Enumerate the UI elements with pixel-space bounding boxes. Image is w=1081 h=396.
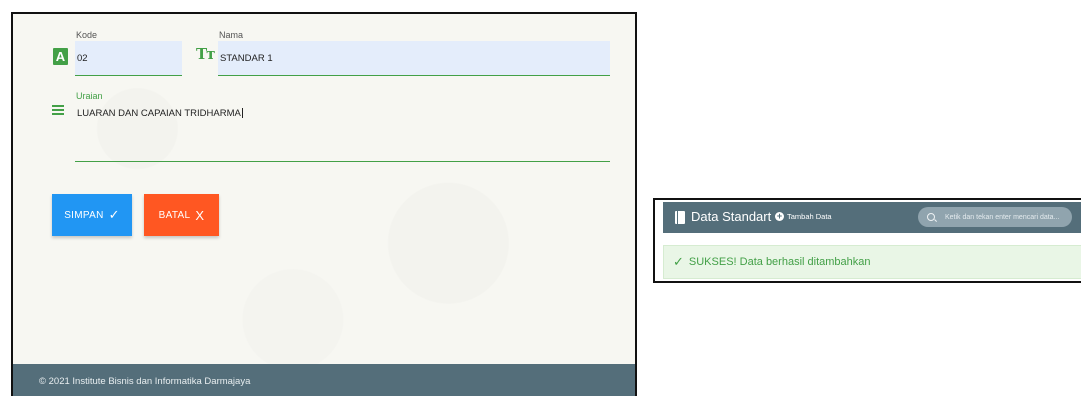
kode-label: Kode [76,30,98,40]
tambah-data-button[interactable]: + Tambah Data [775,212,832,221]
uraian-textarea[interactable]: LUARAN DAN CAPAIAN TRIDHARMA [75,106,610,162]
form-panel: A Kode 02 Tт Nama STANDAR 1 Uraian LUARA… [11,12,637,396]
check-icon: ✓ [673,254,684,269]
text-lines-icon [52,105,64,117]
add-circle-icon: + [775,211,784,221]
kode-input[interactable]: 02 [75,41,182,76]
footer: © 2021 Institute Bisnis dan Informatika … [13,364,635,396]
nama-input[interactable]: STANDAR 1 [218,41,610,76]
uraian-label: Uraian [76,91,103,101]
search-icon [927,213,935,221]
check-icon: ✓ [108,207,120,222]
text-caret [241,108,243,119]
search-input[interactable]: Ketik dan tekan enter mencari data... [918,207,1072,227]
data-standart-header: Data Standart + Tambah Data Ketik dan te… [663,202,1081,233]
batal-button[interactable]: BATAL X [144,194,219,236]
data-standart-panel: Data Standart + Tambah Data Ketik dan te… [653,198,1081,283]
page-title: Data Standart [691,209,772,224]
text-format-icon: Tт [196,45,215,63]
close-icon: X [195,207,205,223]
nama-label: Nama [219,30,244,40]
search-placeholder: Ketik dan tekan enter mencari data... [945,213,1060,221]
simpan-button[interactable]: SIMPAN ✓ [52,194,132,236]
simpan-label: SIMPAN [64,209,104,221]
batal-label: BATAL [158,209,191,221]
success-alert: ✓ SUKSES! Data berhasil ditambahkan [663,245,1081,279]
text-a-icon: A [53,48,68,65]
success-message: SUKSES! Data berhasil ditambahkan [688,256,871,268]
book-icon [675,211,685,224]
footer-copyright: © 2021 Institute Bisnis dan Informatika … [39,375,251,387]
uraian-value: LUARAN DAN CAPAIAN TRIDHARMA [77,108,241,119]
tambah-data-label: Tambah Data [787,212,832,221]
